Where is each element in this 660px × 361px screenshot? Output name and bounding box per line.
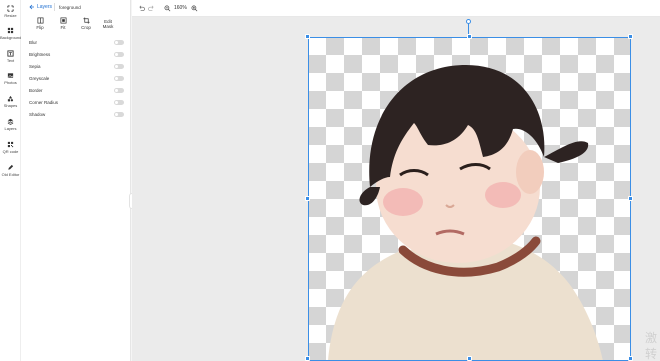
zoom-in-icon[interactable] [191, 5, 198, 12]
option-shadow: Shadow [21, 109, 131, 121]
adjustment-options: Blur Brightness Sepia Greyscale Border C… [21, 37, 131, 121]
fit-label: Fit [60, 25, 66, 30]
rail-item-resize[interactable]: Resize [0, 5, 21, 18]
option-border: Border [21, 85, 131, 97]
back-label: Layers [37, 4, 53, 10]
resize-handle-left[interactable] [305, 196, 310, 201]
rail-label: Layers [4, 126, 17, 131]
option-sepia: Sepia [21, 61, 131, 73]
edit-mask-button[interactable]: Edit Mask [98, 19, 118, 29]
resize-handle-top-right[interactable] [628, 34, 633, 39]
rail-label: Background [0, 35, 22, 40]
rail-label: Shapes [3, 103, 18, 108]
resize-handle-bottom-left[interactable] [305, 356, 310, 361]
fit-icon [60, 17, 66, 24]
rail-label: Resize [4, 13, 17, 18]
option-label: Corner Radius [29, 100, 59, 105]
rail-item-text[interactable]: Text [0, 50, 21, 63]
flip-icon [37, 17, 43, 24]
redo-icon[interactable] [148, 5, 155, 12]
flip-button[interactable]: Flip [30, 17, 50, 30]
top-toolbar: 160% [132, 0, 660, 17]
rail-item-shapes[interactable]: Shapes [0, 95, 21, 108]
photos-icon [7, 73, 14, 78]
option-label: Border [29, 88, 43, 93]
resize-handle-top-left[interactable] [305, 34, 310, 39]
crop-button[interactable]: Crop [76, 17, 96, 30]
layer-tools: Flip Fit Crop Edit Mask [21, 17, 131, 35]
option-blur: Blur [21, 37, 131, 49]
resize-handle-top[interactable] [467, 34, 472, 39]
layers-panel: Layers foreground Flip Fit Crop Edit Mas… [21, 0, 131, 361]
watermark-bottom: 转 [645, 347, 658, 361]
rail-item-old-editor[interactable]: Old Editor [0, 164, 21, 177]
panel-header: Layers foreground [21, 0, 131, 15]
blur-toggle[interactable] [114, 40, 124, 45]
resize-handle-bottom[interactable] [467, 356, 472, 361]
resize-handle-right[interactable] [628, 196, 633, 201]
brightness-toggle[interactable] [114, 52, 124, 57]
option-brightness: Brightness [21, 49, 131, 61]
border-toggle[interactable] [114, 88, 124, 93]
rail-item-layers[interactable]: Layers [0, 118, 21, 131]
qr-code-icon [7, 141, 14, 148]
undo-icon[interactable] [138, 5, 145, 12]
rail-item-background[interactable]: Background [0, 27, 21, 40]
option-label: Brightness [29, 52, 51, 57]
zoom-level: 160% [174, 5, 187, 11]
left-rail: Resize Background Text Photos Shapes Lay… [0, 0, 21, 361]
back-to-layers-button[interactable]: Layers [29, 4, 52, 10]
selection-box[interactable] [308, 37, 631, 361]
editor-canvas[interactable]: 激 转 [132, 17, 660, 361]
text-icon [7, 50, 14, 57]
arrow-left-icon [29, 4, 34, 10]
option-label: Sepia [29, 64, 41, 69]
fit-button[interactable]: Fit [53, 17, 73, 30]
sepia-toggle[interactable] [114, 64, 124, 69]
shapes-icon [7, 95, 14, 102]
corner-radius-toggle[interactable] [114, 100, 124, 105]
crop-label: Crop [81, 25, 91, 30]
option-label: Shadow [29, 112, 46, 117]
option-greyscale: Greyscale [21, 73, 131, 85]
crop-icon [82, 17, 90, 24]
zoom-out-icon[interactable] [164, 5, 171, 12]
watermark-top: 激 [645, 331, 658, 345]
rail-label: Old Editor [1, 172, 20, 177]
background-icon [7, 27, 14, 34]
greyscale-toggle[interactable] [114, 76, 124, 81]
shadow-toggle[interactable] [114, 112, 124, 117]
rail-label: QR code [2, 149, 19, 154]
rail-label: Text [6, 58, 15, 63]
breadcrumb-current: foreground [59, 5, 81, 10]
rail-item-photos[interactable]: Photos [0, 72, 21, 85]
rail-label: Photos [4, 80, 17, 85]
old-editor-icon [8, 164, 14, 170]
resize-handle-bottom-right[interactable] [628, 356, 633, 361]
option-label: Greyscale [29, 76, 50, 81]
edit-mask-label: Edit Mask [102, 19, 114, 29]
rotate-handle[interactable] [466, 19, 471, 24]
option-label: Blur [29, 40, 38, 45]
option-corner-radius: Corner Radius [21, 97, 131, 109]
editor-app: Resize Background Text Photos Shapes Lay… [0, 0, 660, 361]
resize-icon [7, 5, 14, 12]
breadcrumb-divider [54, 3, 55, 11]
rail-item-qr-code[interactable]: QR code [0, 141, 21, 154]
layers-icon [7, 118, 14, 125]
flip-label: Flip [36, 25, 44, 30]
